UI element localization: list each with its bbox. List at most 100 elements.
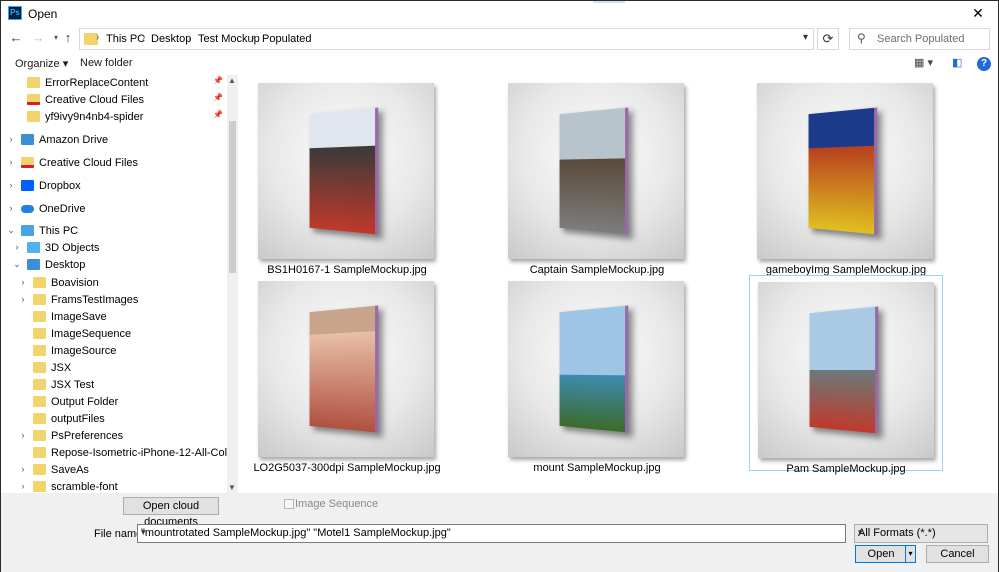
sidebar-item-label: ErrorReplaceContent [45, 77, 149, 89]
open-cloud-documents-button[interactable]: Open cloud documents [123, 497, 219, 528]
up-arrow-icon[interactable]: ↑ [60, 30, 76, 46]
computer-icon [21, 225, 34, 236]
mockup-photo [559, 107, 629, 235]
breadcrumb-test-mockup[interactable]: Test Mockup [198, 33, 260, 45]
sidebar-item-label: Amazon Drive [39, 134, 109, 146]
file-item[interactable]: mount SampleMockup.jpg [500, 275, 694, 474]
chevron-right-icon[interactable]: › [18, 430, 28, 440]
file-item[interactable]: gameboyImg SampleMockup.jpg [749, 77, 943, 276]
file-type-select[interactable]: All Formats (*.*) ▾ [854, 524, 988, 543]
sidebar-item[interactable]: outputFiles [1, 411, 227, 428]
chevron-right-icon[interactable]: › [6, 134, 16, 144]
chevron-right-icon[interactable]: › [6, 203, 16, 213]
sidebar-item[interactable]: Repose-Isometric-iPhone-12-All-Colors-Mo… [1, 445, 238, 462]
breadcrumb-populated[interactable]: Populated [262, 33, 312, 45]
sidebar-item[interactable]: JSX Test [1, 377, 227, 394]
open-button[interactable]: Open ▾ [855, 545, 916, 563]
chevron-right-icon[interactable]: › [18, 481, 28, 491]
breadcrumb-separator: › [142, 32, 146, 43]
open-dialog: Ps Open ✕ ← → ▾ ↑ › This PC › Desktop › … [0, 0, 999, 572]
back-arrow-icon[interactable]: ← [8, 30, 24, 46]
checkbox-box[interactable] [284, 499, 294, 509]
sidebar-item[interactable]: › scramble-font [1, 479, 227, 493]
file-type-dropdown-icon[interactable]: ▾ [858, 527, 983, 538]
sidebar-item[interactable]: ImageSequence [1, 326, 227, 343]
breadcrumb-this-pc[interactable]: This PC [106, 33, 145, 45]
chevron-right-icon[interactable]: › [6, 180, 16, 190]
navigation-pane: ErrorReplaceContent 📌 Creative Cloud Files… [1, 75, 238, 493]
scrollbar-thumb[interactable] [229, 121, 236, 273]
cancel-button[interactable]: Cancel [926, 545, 989, 563]
address-dropdown-icon[interactable]: ▾ [803, 32, 808, 43]
address-bar[interactable]: › This PC › Desktop › Test Mockup › Popu… [79, 28, 814, 50]
mockup-photo [559, 305, 629, 433]
folder-icon [27, 111, 40, 122]
sidebar-item[interactable]: › OneDrive [1, 201, 227, 218]
pin-icon: 📌 [213, 110, 223, 119]
sidebar-item[interactable]: ⌄ This PC [1, 223, 227, 240]
breadcrumb-separator: › [252, 32, 256, 43]
sidebar-item[interactable]: › Boavision [1, 275, 227, 292]
folder-icon [33, 328, 46, 339]
file-thumbnail [508, 83, 684, 259]
sidebar-item[interactable]: › 3D Objects [1, 240, 227, 257]
file-item[interactable]: Pam SampleMockup.jpg [749, 275, 943, 475]
navigation-scrollbar[interactable]: ▲ ▼ [227, 75, 238, 493]
chevron-right-icon[interactable]: › [18, 464, 28, 474]
folder-icon [33, 362, 46, 373]
sidebar-item[interactable]: ImageSave [1, 309, 227, 326]
chevron-down-icon[interactable]: ⌄ [12, 259, 22, 270]
folder-icon [33, 481, 46, 492]
chevron-right-icon[interactable]: › [6, 157, 16, 167]
open-split-dropdown-icon[interactable]: ▾ [905, 546, 915, 562]
sidebar-item[interactable]: › PsPreferences [1, 428, 227, 445]
refresh-icon[interactable]: ⟳ [817, 28, 839, 50]
open-button-label: Open [867, 548, 895, 560]
folder-icon [33, 379, 46, 390]
scroll-down-icon[interactable]: ▼ [228, 483, 236, 492]
search-box[interactable]: ⚲ Search Populated [849, 28, 990, 50]
desktop-icon [27, 259, 40, 270]
sidebar-item[interactable]: ⌄ Desktop [1, 257, 227, 274]
breadcrumb-desktop[interactable]: Desktop [151, 33, 191, 45]
chevron-right-icon[interactable]: › [18, 294, 28, 304]
folder-icon [33, 311, 46, 322]
sidebar-item[interactable]: › Dropbox [1, 178, 227, 195]
file-item[interactable]: Captain SampleMockup.jpg [500, 77, 694, 276]
sidebar-item[interactable]: Creative Cloud Files 📌 [1, 92, 227, 109]
folder-icon [27, 77, 40, 88]
file-item[interactable]: BS1H0167-1 SampleMockup.jpg [250, 77, 444, 276]
preview-pane-icon[interactable]: ◧ [952, 56, 962, 69]
sidebar-item-label: JSX Test [51, 379, 95, 391]
scroll-up-icon[interactable]: ▲ [228, 76, 236, 85]
file-item[interactable]: LO2G5037-300dpi SampleMockup.jpg [250, 275, 444, 474]
sidebar-item[interactable]: ImageSource [1, 343, 227, 360]
sidebar-item-label: This PC [39, 225, 79, 237]
title-bar: Ps Open ✕ [1, 1, 998, 25]
sidebar-item[interactable]: ErrorReplaceContent 📌 [1, 75, 227, 92]
sidebar-item[interactable]: Output Folder [1, 394, 227, 411]
sidebar-item[interactable]: › SaveAs [1, 462, 227, 479]
chevron-right-icon[interactable]: › [18, 277, 28, 287]
organize-menu[interactable]: Organize ▾ [15, 57, 68, 70]
mockup-photo [309, 305, 379, 433]
sidebar-item[interactable]: yf9ivy9n4nb4-spider 📌 [1, 109, 227, 126]
file-name-input[interactable]: "mountrotated SampleMockup.jpg" "Motel1 … [137, 524, 846, 543]
help-icon[interactable]: ? [977, 57, 991, 71]
sidebar-item[interactable]: › Creative Cloud Files [1, 155, 227, 172]
chevron-right-icon[interactable]: › [12, 242, 22, 252]
file-thumbnail [758, 282, 934, 458]
file-name-dropdown-icon[interactable]: ▾ [141, 527, 842, 538]
photo-background [809, 306, 876, 370]
close-icon[interactable]: ✕ [968, 3, 988, 23]
sidebar-item[interactable]: › FramsTestImages [1, 292, 227, 309]
search-input[interactable]: Search Populated [877, 33, 964, 45]
sidebar-item[interactable]: › Amazon Drive [1, 132, 227, 149]
chevron-down-icon[interactable]: ⌄ [6, 225, 16, 236]
sidebar-item[interactable]: JSX [1, 360, 227, 377]
file-name: Pam SampleMockup.jpg [786, 463, 906, 475]
view-options-icon[interactable]: ▦ ▾ [914, 56, 933, 69]
new-folder-button[interactable]: New folder [80, 57, 133, 69]
file-thumbnail [258, 281, 434, 457]
forward-arrow-icon[interactable]: → [30, 30, 46, 46]
